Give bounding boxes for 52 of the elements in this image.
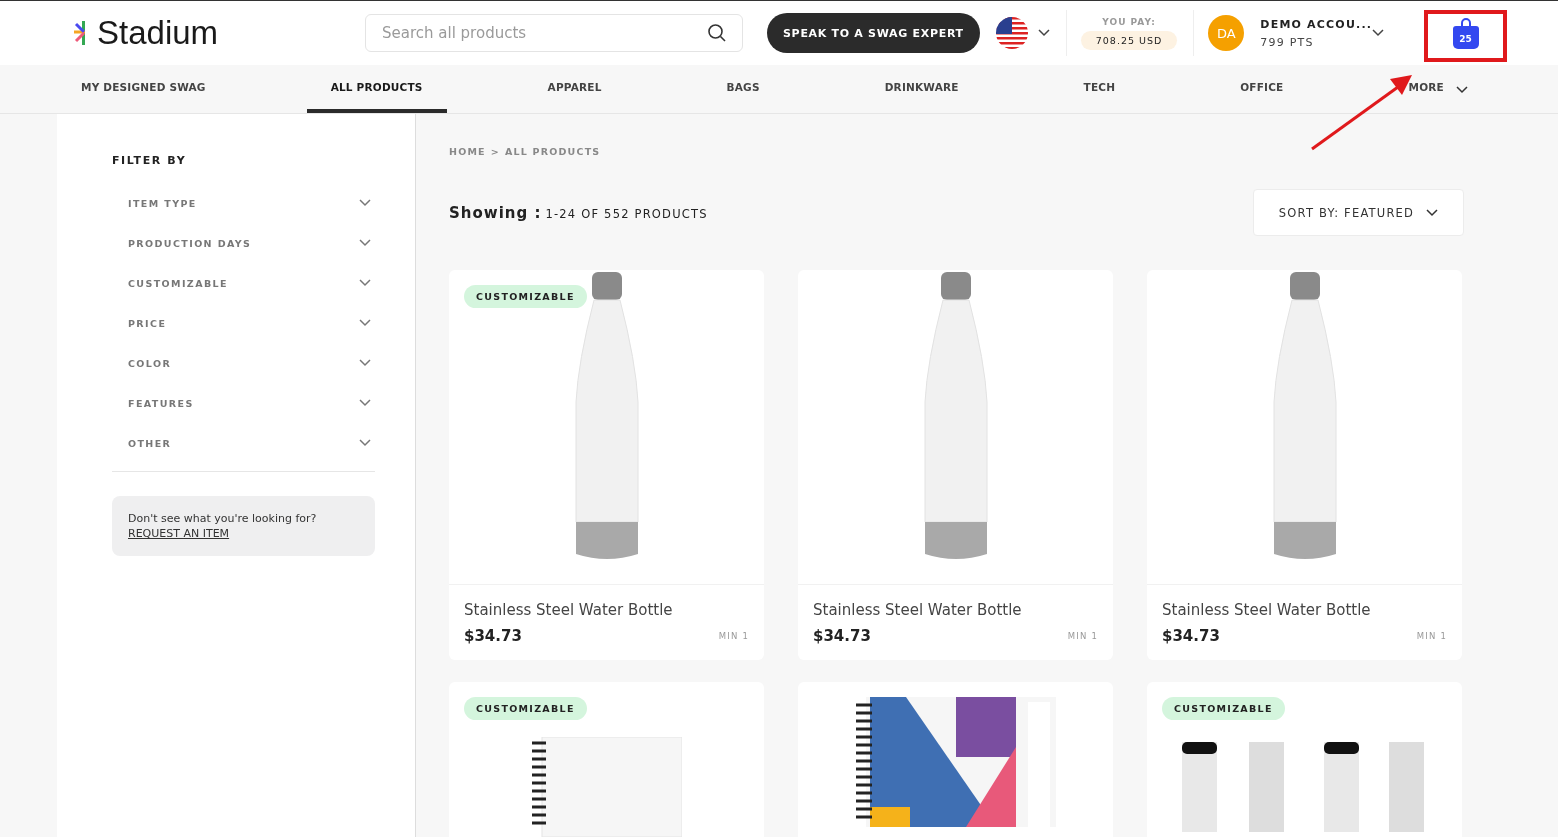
category-tab[interactable]: DRINKWARE <box>860 65 983 113</box>
product-count: 1-24 OF 552 PRODUCTS <box>545 206 708 221</box>
product-name[interactable]: Stainless Steel Water Bottle <box>1162 601 1447 619</box>
search-field[interactable]: Search all products <box>365 14 743 52</box>
filter-dropdown[interactable]: COLOR <box>112 343 375 383</box>
filter-heading: FILTER BY <box>112 154 188 167</box>
product-card[interactable]: Stainless Steel Water Bottle $34.73 MIN 1 <box>798 270 1113 660</box>
balance-badge: 708.25 USD <box>1080 30 1178 50</box>
customizable-tag: CUSTOMIZABLE <box>464 285 587 308</box>
minimum-quantity: MIN 1 <box>1067 631 1098 641</box>
minimum-quantity: MIN 1 <box>718 631 749 641</box>
chevron-down-icon[interactable] <box>1372 29 1385 37</box>
filter-dropdown[interactable]: ITEM TYPE <box>112 183 375 223</box>
showing-label: Showing : <box>449 203 542 222</box>
product-name[interactable]: Stainless Steel Water Bottle <box>464 601 749 619</box>
product-card[interactable]: CUSTOMIZABLE <box>1147 682 1462 837</box>
customizable-tag: CUSTOMIZABLE <box>464 697 587 720</box>
chevron-down-icon[interactable] <box>1426 208 1439 217</box>
category-tab[interactable]: MORE <box>1384 65 1468 113</box>
product-card[interactable]: Stainless Steel Water Bottle $34.73 MIN 1 <box>1147 270 1462 660</box>
customizable-tag: CUSTOMIZABLE <box>1162 697 1285 720</box>
product-card[interactable]: CUSTOMIZABLE <box>449 682 764 837</box>
filter-dropdown[interactable]: PRICE <box>112 303 375 343</box>
request-text: Don't see what you're looking for? <box>128 512 318 525</box>
product-card[interactable]: CUSTOMIZABLE Stainless Steel Water Bottle $34.73 MIN 1 <box>449 270 764 660</box>
minimum-quantity: MIN 1 <box>1416 631 1447 641</box>
category-tab[interactable]: OFFICE <box>1216 65 1308 113</box>
category-tab[interactable]: TECH <box>1059 65 1140 113</box>
you-pay-label: YOU PAY: <box>1102 16 1156 27</box>
category-tab[interactable]: MY DESIGNED SWAG <box>57 65 230 113</box>
category-tab[interactable]: BAGS <box>702 65 784 113</box>
filter-dropdown[interactable]: OTHER <box>112 423 375 463</box>
filter-dropdown[interactable]: PRODUCTION DAYS <box>112 223 375 263</box>
product-price: $34.73 <box>464 627 522 645</box>
breadcrumb-item: > <box>490 146 500 159</box>
filter-dropdown[interactable]: FEATURES <box>112 383 375 423</box>
speak-to-expert-button[interactable]: SPEAK TO A SWAG EXPERT <box>767 13 980 53</box>
search-icon[interactable] <box>707 23 727 43</box>
product-price: $34.73 <box>813 627 871 645</box>
filter-dropdown[interactable]: CUSTOMIZABLE <box>112 263 375 303</box>
sort-dropdown[interactable]: SORT BY: FEATURED <box>1253 189 1464 236</box>
points-balance: 799 PTS <box>1260 35 1315 49</box>
chevron-down-icon[interactable] <box>1037 29 1050 37</box>
account-name[interactable]: DEMO ACCOU... <box>1260 17 1373 31</box>
product-name[interactable]: Stainless Steel Water Bottle <box>813 601 1098 619</box>
request-item-link[interactable]: REQUEST AN ITEM <box>128 527 230 540</box>
logo-text[interactable]: Stadium <box>97 14 219 52</box>
chevron-down-icon[interactable] <box>1456 86 1468 94</box>
category-tab[interactable]: APPAREL <box>523 65 626 113</box>
product-price: $34.73 <box>1162 627 1220 645</box>
bag-handle-icon[interactable] <box>1459 17 1472 26</box>
us-flag-icon[interactable] <box>995 17 1028 49</box>
